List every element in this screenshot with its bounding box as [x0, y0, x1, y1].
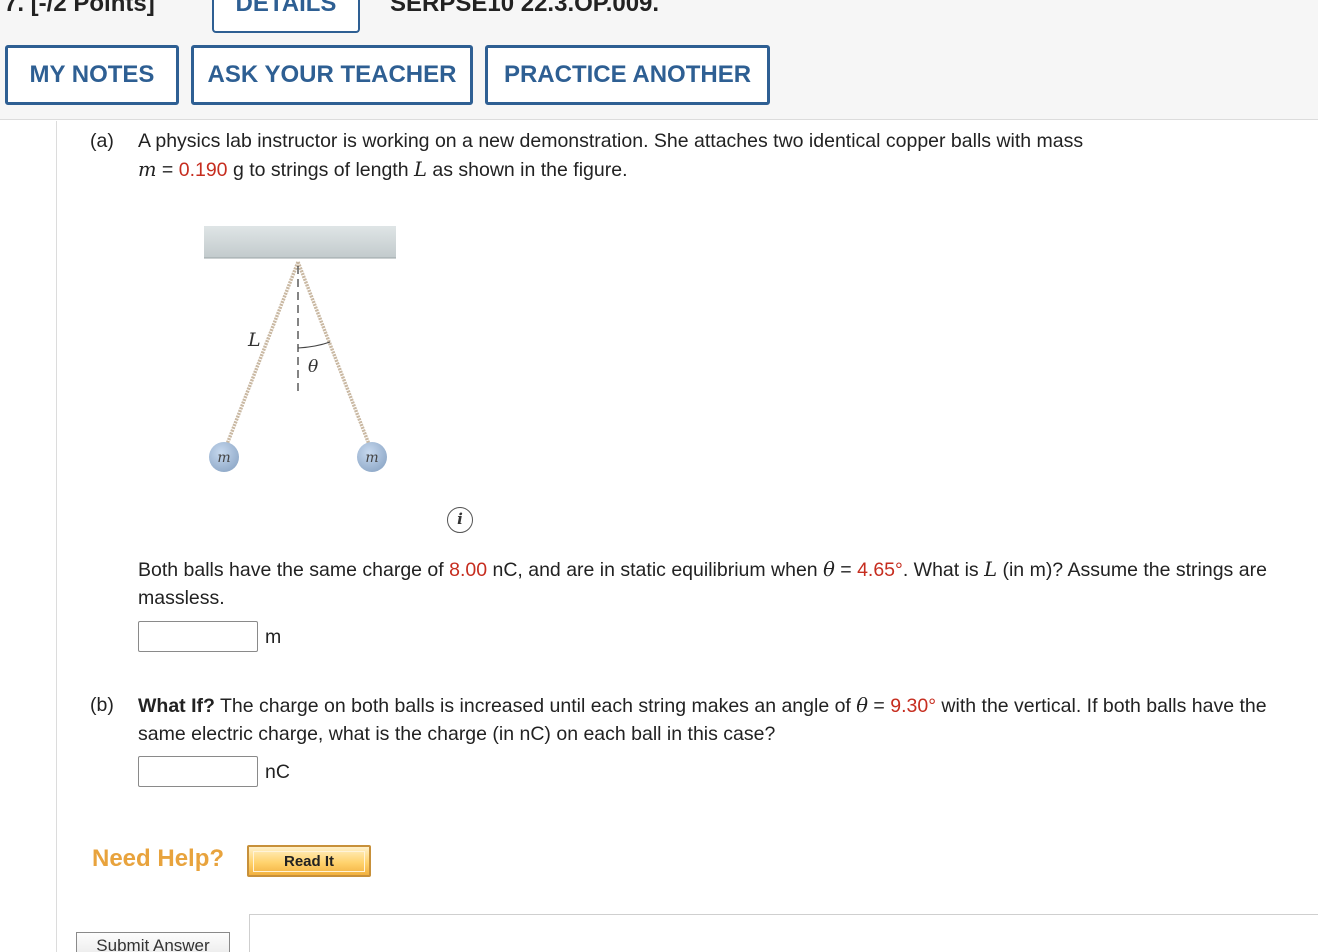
part-b-question-text-2: =: [868, 695, 891, 717]
part-a-intro-text-2: g to strings of length: [227, 158, 414, 181]
info-icon[interactable]: i: [447, 507, 473, 533]
part-b-unit: nC: [265, 761, 290, 783]
part-a-answer-input[interactable]: [138, 621, 258, 652]
angle-value-a: 4.65°: [857, 559, 903, 581]
part-a-label: (a): [90, 130, 114, 152]
question-number: 7. [-/2 Points]: [4, 0, 155, 17]
left-string: [222, 261, 300, 453]
angle-label: θ: [308, 357, 318, 377]
response-panel: [249, 914, 1318, 952]
mass-symbol: m: [138, 157, 157, 181]
part-a-question-text-2: nC, and are in static equilibrium when: [487, 559, 824, 581]
length-label: L: [247, 329, 261, 351]
read-it-label: Read It: [252, 850, 365, 872]
equals-sign: =: [156, 158, 179, 181]
part-a-intro-text-1: A physics lab instructor is working on a…: [138, 130, 1084, 152]
part-a-question-text-3: =: [834, 559, 858, 581]
part-a-intro: A physics lab instructor is working on a…: [138, 128, 1258, 184]
ceiling-support: [204, 226, 396, 258]
content-left-rule: [56, 121, 57, 952]
part-a-question: Both balls have the same charge of 8.00 …: [138, 556, 1303, 612]
ask-your-teacher-button[interactable]: ASK YOUR TEACHER: [191, 45, 473, 105]
length-symbol: L: [414, 157, 427, 181]
part-b-answer-input[interactable]: [138, 756, 258, 787]
part-b-question: What If? The charge on both balls is inc…: [138, 692, 1268, 748]
theta-symbol: θ: [823, 558, 835, 581]
practice-another-button[interactable]: PRACTICE ANOTHER: [485, 45, 770, 105]
part-b-question-text-1: The charge on both balls is increased un…: [214, 695, 857, 717]
question-header: 7. [-/2 Points] DETAILS SERPSE10 22.3.OP…: [0, 0, 1318, 120]
part-a-question-text-4: . What is: [902, 559, 985, 581]
pendulum-diagram: L θ m m: [204, 226, 396, 472]
what-if-lead: What If?: [138, 695, 215, 717]
need-help-label: Need Help?: [92, 845, 225, 872]
angle-value-b: 9.30°: [890, 695, 937, 717]
charge-value: 8.00: [449, 559, 488, 581]
part-a-question-text-1: Both balls have the same charge of: [138, 559, 450, 581]
problem-code: SERPSE10 22.3.OP.009.: [390, 0, 660, 17]
part-a-intro-text-3: as shown in the figure.: [426, 158, 628, 181]
read-it-button[interactable]: Read It: [247, 845, 371, 877]
part-b-label: (b): [90, 694, 114, 716]
length-symbol-2: L: [984, 558, 998, 581]
part-a-unit: m: [265, 626, 282, 648]
details-tab[interactable]: DETAILS: [212, 0, 360, 33]
pendulum-figure: L θ m m: [190, 220, 420, 490]
my-notes-button[interactable]: MY NOTES: [5, 45, 179, 105]
angle-arc: [297, 341, 331, 349]
mass-value: 0.190: [178, 158, 228, 181]
theta-symbol-b: θ: [856, 694, 869, 717]
left-ball-label: m: [217, 450, 230, 466]
submit-answer-button[interactable]: Submit Answer: [76, 932, 230, 952]
right-ball-label: m: [365, 450, 378, 466]
